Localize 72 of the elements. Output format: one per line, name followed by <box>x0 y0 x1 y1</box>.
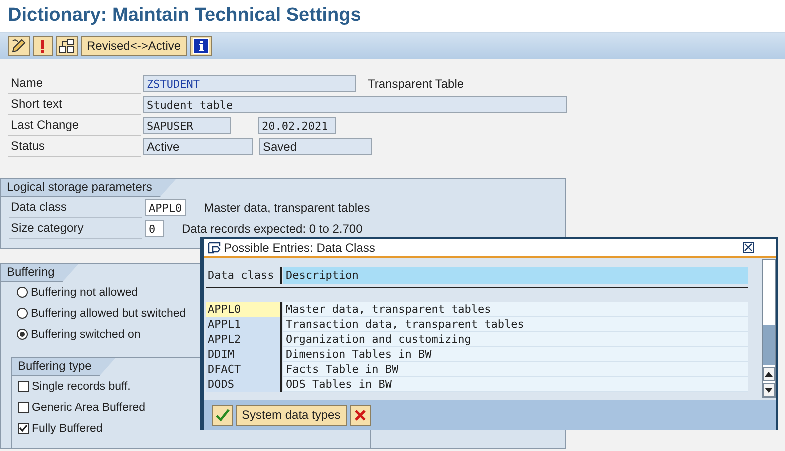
close-icon <box>744 243 753 252</box>
cancel-button[interactable] <box>350 404 371 426</box>
scroll-up-button[interactable] <box>763 367 775 381</box>
table-type-text: Transparent Table <box>368 76 464 90</box>
column-header: Description <box>283 267 748 284</box>
input-field[interactable]: 0 <box>145 220 164 237</box>
save-state-field[interactable]: Saved <box>259 138 372 155</box>
checkmark-icon <box>19 424 28 433</box>
short-text-field[interactable]: Student table <box>143 96 567 113</box>
group-title: Buffering type <box>12 358 116 376</box>
field-label: Name <box>8 73 141 94</box>
option-label: Fully Buffered <box>32 422 103 434</box>
table-cell[interactable]: APPL1 <box>206 317 282 332</box>
table-cell[interactable]: DFACT <box>206 362 282 377</box>
confirm-button[interactable] <box>212 404 233 426</box>
option-label: Generic Area Buffered <box>32 402 146 414</box>
checkbox[interactable] <box>18 381 29 392</box>
option-label: Buffering not allowed <box>31 286 138 298</box>
scrollbar[interactable] <box>762 259 776 398</box>
table-cell[interactable]: Transaction data, transparent tables <box>283 317 748 332</box>
description-text: Master data, transparent tables <box>204 200 370 214</box>
scroll-thumb[interactable] <box>763 325 775 365</box>
field-label: Status <box>8 136 141 157</box>
hierarchy-icon <box>59 38 75 54</box>
description-text: Data records expected: 0 to 2.700 <box>182 222 363 236</box>
table-cell[interactable]: ODS Tables in BW <box>283 377 748 392</box>
checkbox[interactable] <box>18 402 29 413</box>
info-icon <box>193 38 210 54</box>
info-button[interactable] <box>190 36 212 56</box>
down-arrow-icon <box>765 388 773 392</box>
pencil-icon <box>11 38 27 54</box>
hierarchy-button[interactable] <box>56 36 78 56</box>
revised-active-button[interactable]: Revised<->Active <box>81 36 188 56</box>
table-cell[interactable]: DDIM <box>206 347 282 362</box>
field-label: Data class <box>9 198 142 218</box>
table-cell[interactable]: Master data, transparent tables <box>283 302 748 317</box>
name-field[interactable]: ZSTUDENT <box>143 75 356 92</box>
exclamation-button[interactable] <box>33 36 53 56</box>
user-field[interactable]: SAPUSER <box>143 117 231 134</box>
checkbox[interactable] <box>18 423 29 434</box>
scroll-down-button[interactable] <box>763 383 775 397</box>
column-header: Data class <box>206 267 282 284</box>
table-cell[interactable]: Organization and customizing <box>283 332 748 347</box>
exclamation-icon <box>40 38 46 54</box>
dialog-title: Possible Entries: Data Class <box>224 240 376 254</box>
radio-button[interactable] <box>17 329 28 340</box>
option-label: Buffering allowed but switched <box>31 308 186 320</box>
system-data-types-button[interactable]: System data types <box>236 404 347 426</box>
window-icon <box>208 242 221 254</box>
table-cell[interactable]: Facts Table in BW <box>283 362 748 377</box>
table-cell[interactable]: Dimension Tables in BW <box>283 347 748 362</box>
checkmark-icon <box>216 408 230 422</box>
field-label: Last Change <box>8 115 141 136</box>
date-field[interactable]: 20.02.2021 <box>258 117 336 134</box>
group-title: Buffering <box>1 264 79 282</box>
option-label: Single records buff. <box>32 380 131 392</box>
window-title: Dictionary: Maintain Technical Settings <box>7 4 362 28</box>
status-field[interactable]: Active <box>143 138 253 155</box>
group-title: Logical storage parameters <box>1 179 176 197</box>
input-field[interactable]: APPL0 <box>145 199 186 216</box>
radio-button[interactable] <box>17 308 28 319</box>
up-arrow-icon <box>765 372 773 376</box>
option-label: Buffering switched on <box>31 328 141 340</box>
pencil-button[interactable] <box>8 36 30 56</box>
table-cell[interactable]: APPL2 <box>206 332 282 347</box>
table-cell[interactable]: APPL0 <box>206 302 282 317</box>
field-label: Short text <box>8 94 141 115</box>
radio-button[interactable] <box>17 287 28 298</box>
table-cell[interactable]: DODS <box>206 377 282 392</box>
close-button[interactable] <box>743 242 754 253</box>
cross-icon <box>354 410 366 420</box>
field-label: Size category <box>9 218 142 238</box>
